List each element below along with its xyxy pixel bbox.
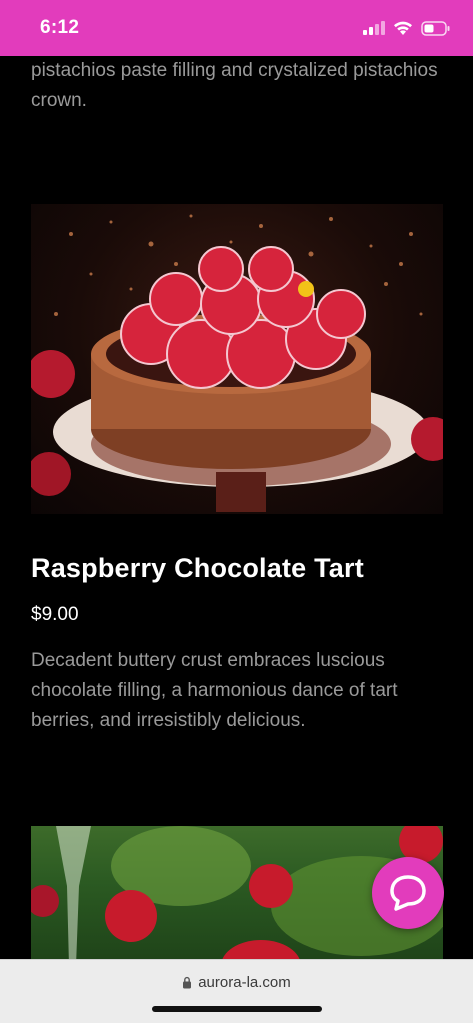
url-text[interactable]: aurora-la.com (198, 974, 291, 991)
product-price: $9.00 (31, 604, 79, 625)
previous-item-description: pistachios paste filling and crystalized… (31, 60, 438, 111)
battery-icon (421, 20, 450, 36)
page-content: pistachios paste filling and crystalized… (0, 56, 473, 959)
browser-url-bar[interactable]: aurora-la.com (0, 959, 473, 1023)
signal-icon (363, 21, 385, 35)
product-title[interactable]: Raspberry Chocolate Tart (31, 553, 364, 584)
status-bar: 6:12 (0, 0, 473, 56)
tart-illustration (31, 214, 443, 512)
chat-bubble-icon (390, 875, 426, 911)
chat-button[interactable] (372, 857, 444, 929)
product-description: Decadent buttery crust embraces luscious… (31, 650, 398, 731)
lock-icon (183, 976, 192, 989)
home-indicator[interactable] (152, 1006, 322, 1012)
wifi-icon (394, 21, 412, 35)
status-icons (363, 20, 451, 36)
product-image[interactable] (31, 204, 443, 514)
status-time: 6:12 (40, 17, 80, 38)
